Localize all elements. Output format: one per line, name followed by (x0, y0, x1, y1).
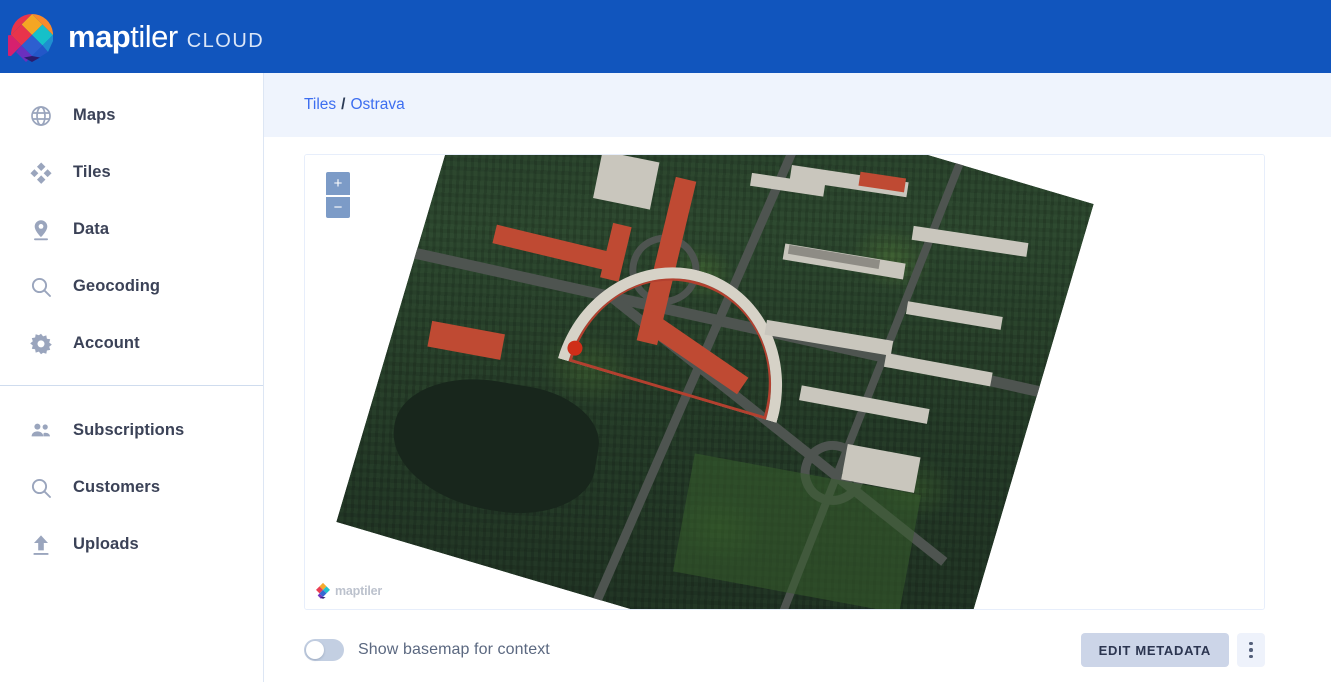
sidebar: Maps Tiles Data (0, 73, 264, 682)
sidebar-item-account[interactable]: Account (0, 315, 263, 372)
maptiler-attribution[interactable]: maptiler (315, 582, 382, 599)
brand-logo[interactable]: maptiler CLOUD (8, 12, 264, 62)
search-icon (27, 273, 55, 301)
map-canvas[interactable]: + − maptiler (305, 155, 1264, 609)
kebab-dot-icon (1249, 655, 1253, 659)
sidebar-primary-group: Maps Tiles Data (0, 73, 263, 372)
aerial-imagery-layer (336, 155, 1093, 609)
map-card-wrapper: + − maptiler (264, 137, 1331, 610)
maptiler-watermark-icon (315, 582, 331, 599)
toolbar-actions: EDIT METADATA (1081, 633, 1265, 667)
sidebar-item-label: Maps (73, 106, 116, 125)
breadcrumb-link-tiles[interactable]: Tiles (304, 96, 336, 114)
maptiler-logo-icon (8, 12, 56, 62)
sidebar-item-label: Tiles (73, 163, 111, 182)
breadcrumb-separator: / (341, 96, 345, 114)
sidebar-item-label: Geocoding (73, 277, 160, 296)
brand-name: maptiler (68, 19, 178, 55)
breadcrumb: Tiles / Ostrava (264, 73, 1331, 137)
map-preview-card: + − maptiler (304, 154, 1265, 610)
sidebar-item-label: Subscriptions (73, 421, 184, 440)
sidebar-item-customers[interactable]: Customers (0, 459, 263, 516)
sidebar-item-label: Customers (73, 478, 160, 497)
sidebar-item-label: Account (73, 334, 140, 353)
sidebar-item-data[interactable]: Data (0, 201, 263, 258)
map-toolbar: Show basemap for context EDIT METADATA (264, 610, 1331, 674)
globe-icon (27, 102, 55, 130)
sidebar-item-subscriptions[interactable]: Subscriptions (0, 402, 263, 459)
zoom-out-button[interactable]: − (326, 195, 350, 218)
kebab-dot-icon (1249, 642, 1253, 646)
basemap-toggle[interactable] (304, 639, 344, 661)
kebab-dot-icon (1249, 648, 1253, 652)
basemap-toggle-row[interactable]: Show basemap for context (304, 639, 550, 661)
sidebar-item-maps[interactable]: Maps (0, 87, 263, 144)
people-icon (27, 417, 55, 445)
main-content: Tiles / Ostrava (264, 73, 1331, 682)
tiles-icon (27, 159, 55, 187)
toggle-knob (306, 641, 324, 659)
sidebar-secondary-group: Subscriptions Customers Uploads (0, 386, 263, 573)
brand-wordmark: maptiler CLOUD (68, 19, 264, 55)
sidebar-item-geocoding[interactable]: Geocoding (0, 258, 263, 315)
sidebar-item-label: Uploads (73, 535, 139, 554)
sidebar-item-uploads[interactable]: Uploads (0, 516, 263, 573)
sidebar-item-tiles[interactable]: Tiles (0, 144, 263, 201)
more-options-button[interactable] (1237, 633, 1265, 667)
search-icon (27, 474, 55, 502)
upload-icon (27, 531, 55, 559)
map-pin-icon (27, 216, 55, 244)
app-header: maptiler CLOUD (0, 0, 1331, 73)
map-zoom-controls: + − (326, 172, 350, 218)
basemap-toggle-label: Show basemap for context (358, 641, 550, 659)
breadcrumb-link-current[interactable]: Ostrava (350, 96, 404, 114)
maptiler-attribution-label: maptiler (335, 584, 382, 598)
sidebar-item-label: Data (73, 220, 109, 239)
gear-icon (27, 330, 55, 358)
edit-metadata-button[interactable]: EDIT METADATA (1081, 633, 1229, 667)
brand-product: CLOUD (187, 30, 265, 53)
zoom-in-button[interactable]: + (326, 172, 350, 195)
